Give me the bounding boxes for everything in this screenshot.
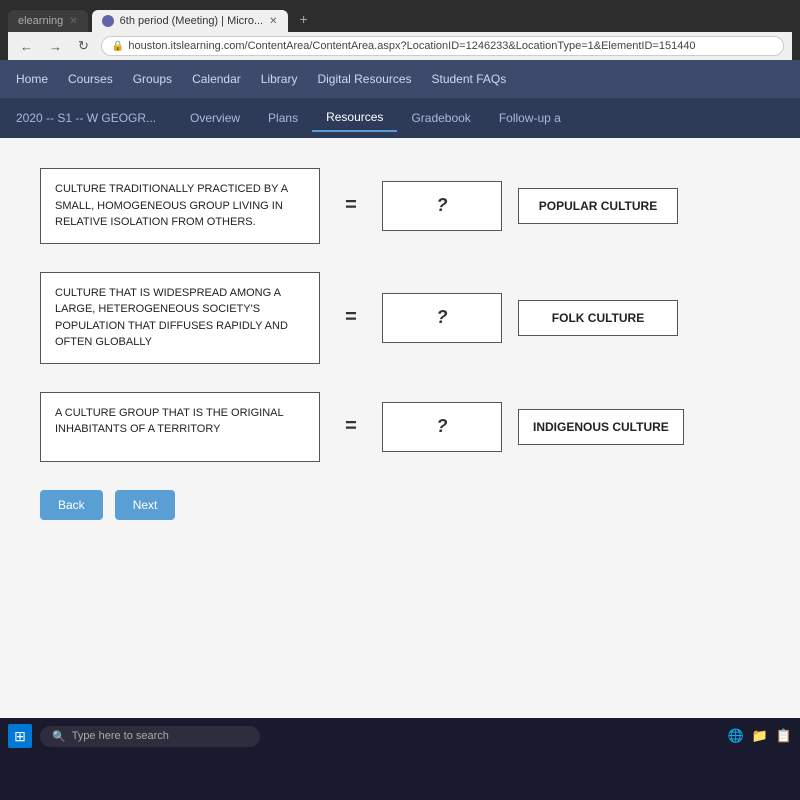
matching-row-3: A CULTURE GROUP THAT IS THE ORIGINAL INH… — [40, 392, 760, 462]
course-title[interactable]: 2020 -- S1 -- W GEOGR... — [16, 111, 156, 125]
refresh-button[interactable]: ↻ — [74, 36, 93, 56]
definition-text-3: A CULTURE GROUP THAT IS THE ORIGINAL INH… — [55, 407, 283, 436]
button-row: Back Next — [40, 490, 760, 520]
main-content: CULTURE TRADITIONALLY PRACTICED BY A SMA… — [0, 138, 800, 718]
answer-text-3: ? — [437, 416, 448, 437]
tab-followup[interactable]: Follow-up a — [485, 105, 575, 131]
back-button[interactable]: Back — [40, 490, 103, 520]
url-input[interactable]: 🔒 houston.itslearning.com/ContentArea/Co… — [101, 36, 784, 56]
answer-box-2[interactable]: ? — [382, 293, 502, 343]
search-icon: 🔍 — [52, 730, 66, 743]
app-navbar: Home Courses Groups Calendar Library Dig… — [0, 60, 800, 98]
answer-box-3[interactable]: ? — [382, 402, 502, 452]
nav-calendar[interactable]: Calendar — [192, 68, 241, 90]
label-box-1: POPULAR CULTURE — [518, 188, 678, 224]
new-tab-button[interactable]: + — [292, 6, 316, 32]
tab-close-icon[interactable]: ✕ — [69, 16, 77, 27]
taskbar: ⊞ 🔍 Type here to search 🌐 📁 📋 — [0, 718, 800, 754]
next-button[interactable]: Next — [115, 490, 176, 520]
taskbar-app-icon[interactable]: 📋 — [776, 728, 792, 744]
tab-plans[interactable]: Plans — [254, 105, 312, 131]
answer-text-2: ? — [437, 307, 448, 328]
tab-label: elearning — [18, 15, 63, 27]
matching-row-1: CULTURE TRADITIONALLY PRACTICED BY A SMA… — [40, 168, 760, 244]
label-text-1: POPULAR CULTURE — [539, 199, 657, 213]
address-bar: ← → ↻ 🔒 houston.itslearning.com/ContentA… — [8, 32, 792, 60]
forward-nav-button[interactable]: → — [45, 37, 66, 56]
definition-box-2: CULTURE THAT IS WIDESPREAD AMONG A LARGE… — [40, 272, 320, 364]
taskbar-system-icons: 🌐 📁 📋 — [727, 728, 792, 744]
taskbar-search[interactable]: 🔍 Type here to search — [40, 726, 260, 747]
tab-overview[interactable]: Overview — [176, 105, 254, 131]
nav-groups[interactable]: Groups — [133, 68, 172, 90]
back-nav-button[interactable]: ← — [16, 37, 37, 56]
nav-home[interactable]: Home — [16, 68, 48, 90]
label-box-2: FOLK CULTURE — [518, 300, 678, 336]
nav-courses[interactable]: Courses — [68, 68, 113, 90]
tab-gradebook[interactable]: Gradebook — [397, 105, 484, 131]
label-box-3: INDIGENOUS CULTURE — [518, 409, 684, 445]
lock-icon: 🔒 — [112, 41, 124, 52]
matching-row-2: CULTURE THAT IS WIDESPREAD AMONG A LARGE… — [40, 272, 760, 364]
browser-chrome: elearning ✕ 6th period (Meeting) | Micro… — [0, 0, 800, 60]
label-text-3: INDIGENOUS CULTURE — [533, 420, 669, 434]
search-placeholder: Type here to search — [72, 730, 169, 742]
tab-elearning[interactable]: elearning ✕ — [8, 10, 88, 32]
label-text-2: FOLK CULTURE — [552, 311, 644, 325]
teams-icon — [102, 15, 114, 27]
start-button[interactable]: ⊞ — [8, 724, 32, 748]
answer-text-1: ? — [437, 195, 448, 216]
nav-digital-resources[interactable]: Digital Resources — [317, 68, 411, 90]
equals-sign-3: = — [336, 415, 366, 438]
tab-active[interactable]: 6th period (Meeting) | Micro... ✕ — [92, 10, 288, 32]
tab-active-close-icon[interactable]: ✕ — [269, 16, 277, 27]
equals-sign-2: = — [336, 306, 366, 329]
url-text: houston.itslearning.com/ContentArea/Cont… — [128, 40, 695, 52]
tab-bar: elearning ✕ 6th period (Meeting) | Micro… — [8, 6, 792, 32]
taskbar-explorer-icon[interactable]: 📁 — [752, 728, 768, 744]
tab-active-label: 6th period (Meeting) | Micro... — [120, 15, 263, 27]
answer-box-1[interactable]: ? — [382, 181, 502, 231]
sub-navbar: 2020 -- S1 -- W GEOGR... Overview Plans … — [0, 98, 800, 138]
definition-box-3: A CULTURE GROUP THAT IS THE ORIGINAL INH… — [40, 392, 320, 462]
definition-text-1: CULTURE TRADITIONALLY PRACTICED BY A SMA… — [55, 183, 288, 228]
tab-resources[interactable]: Resources — [312, 104, 397, 132]
nav-library[interactable]: Library — [261, 68, 298, 90]
definition-box-1: CULTURE TRADITIONALLY PRACTICED BY A SMA… — [40, 168, 320, 244]
nav-student-faqs[interactable]: Student FAQs — [432, 68, 507, 90]
definition-text-2: CULTURE THAT IS WIDESPREAD AMONG A LARGE… — [55, 287, 288, 349]
equals-sign-1: = — [336, 194, 366, 217]
taskbar-edge-icon[interactable]: 🌐 — [727, 728, 743, 744]
